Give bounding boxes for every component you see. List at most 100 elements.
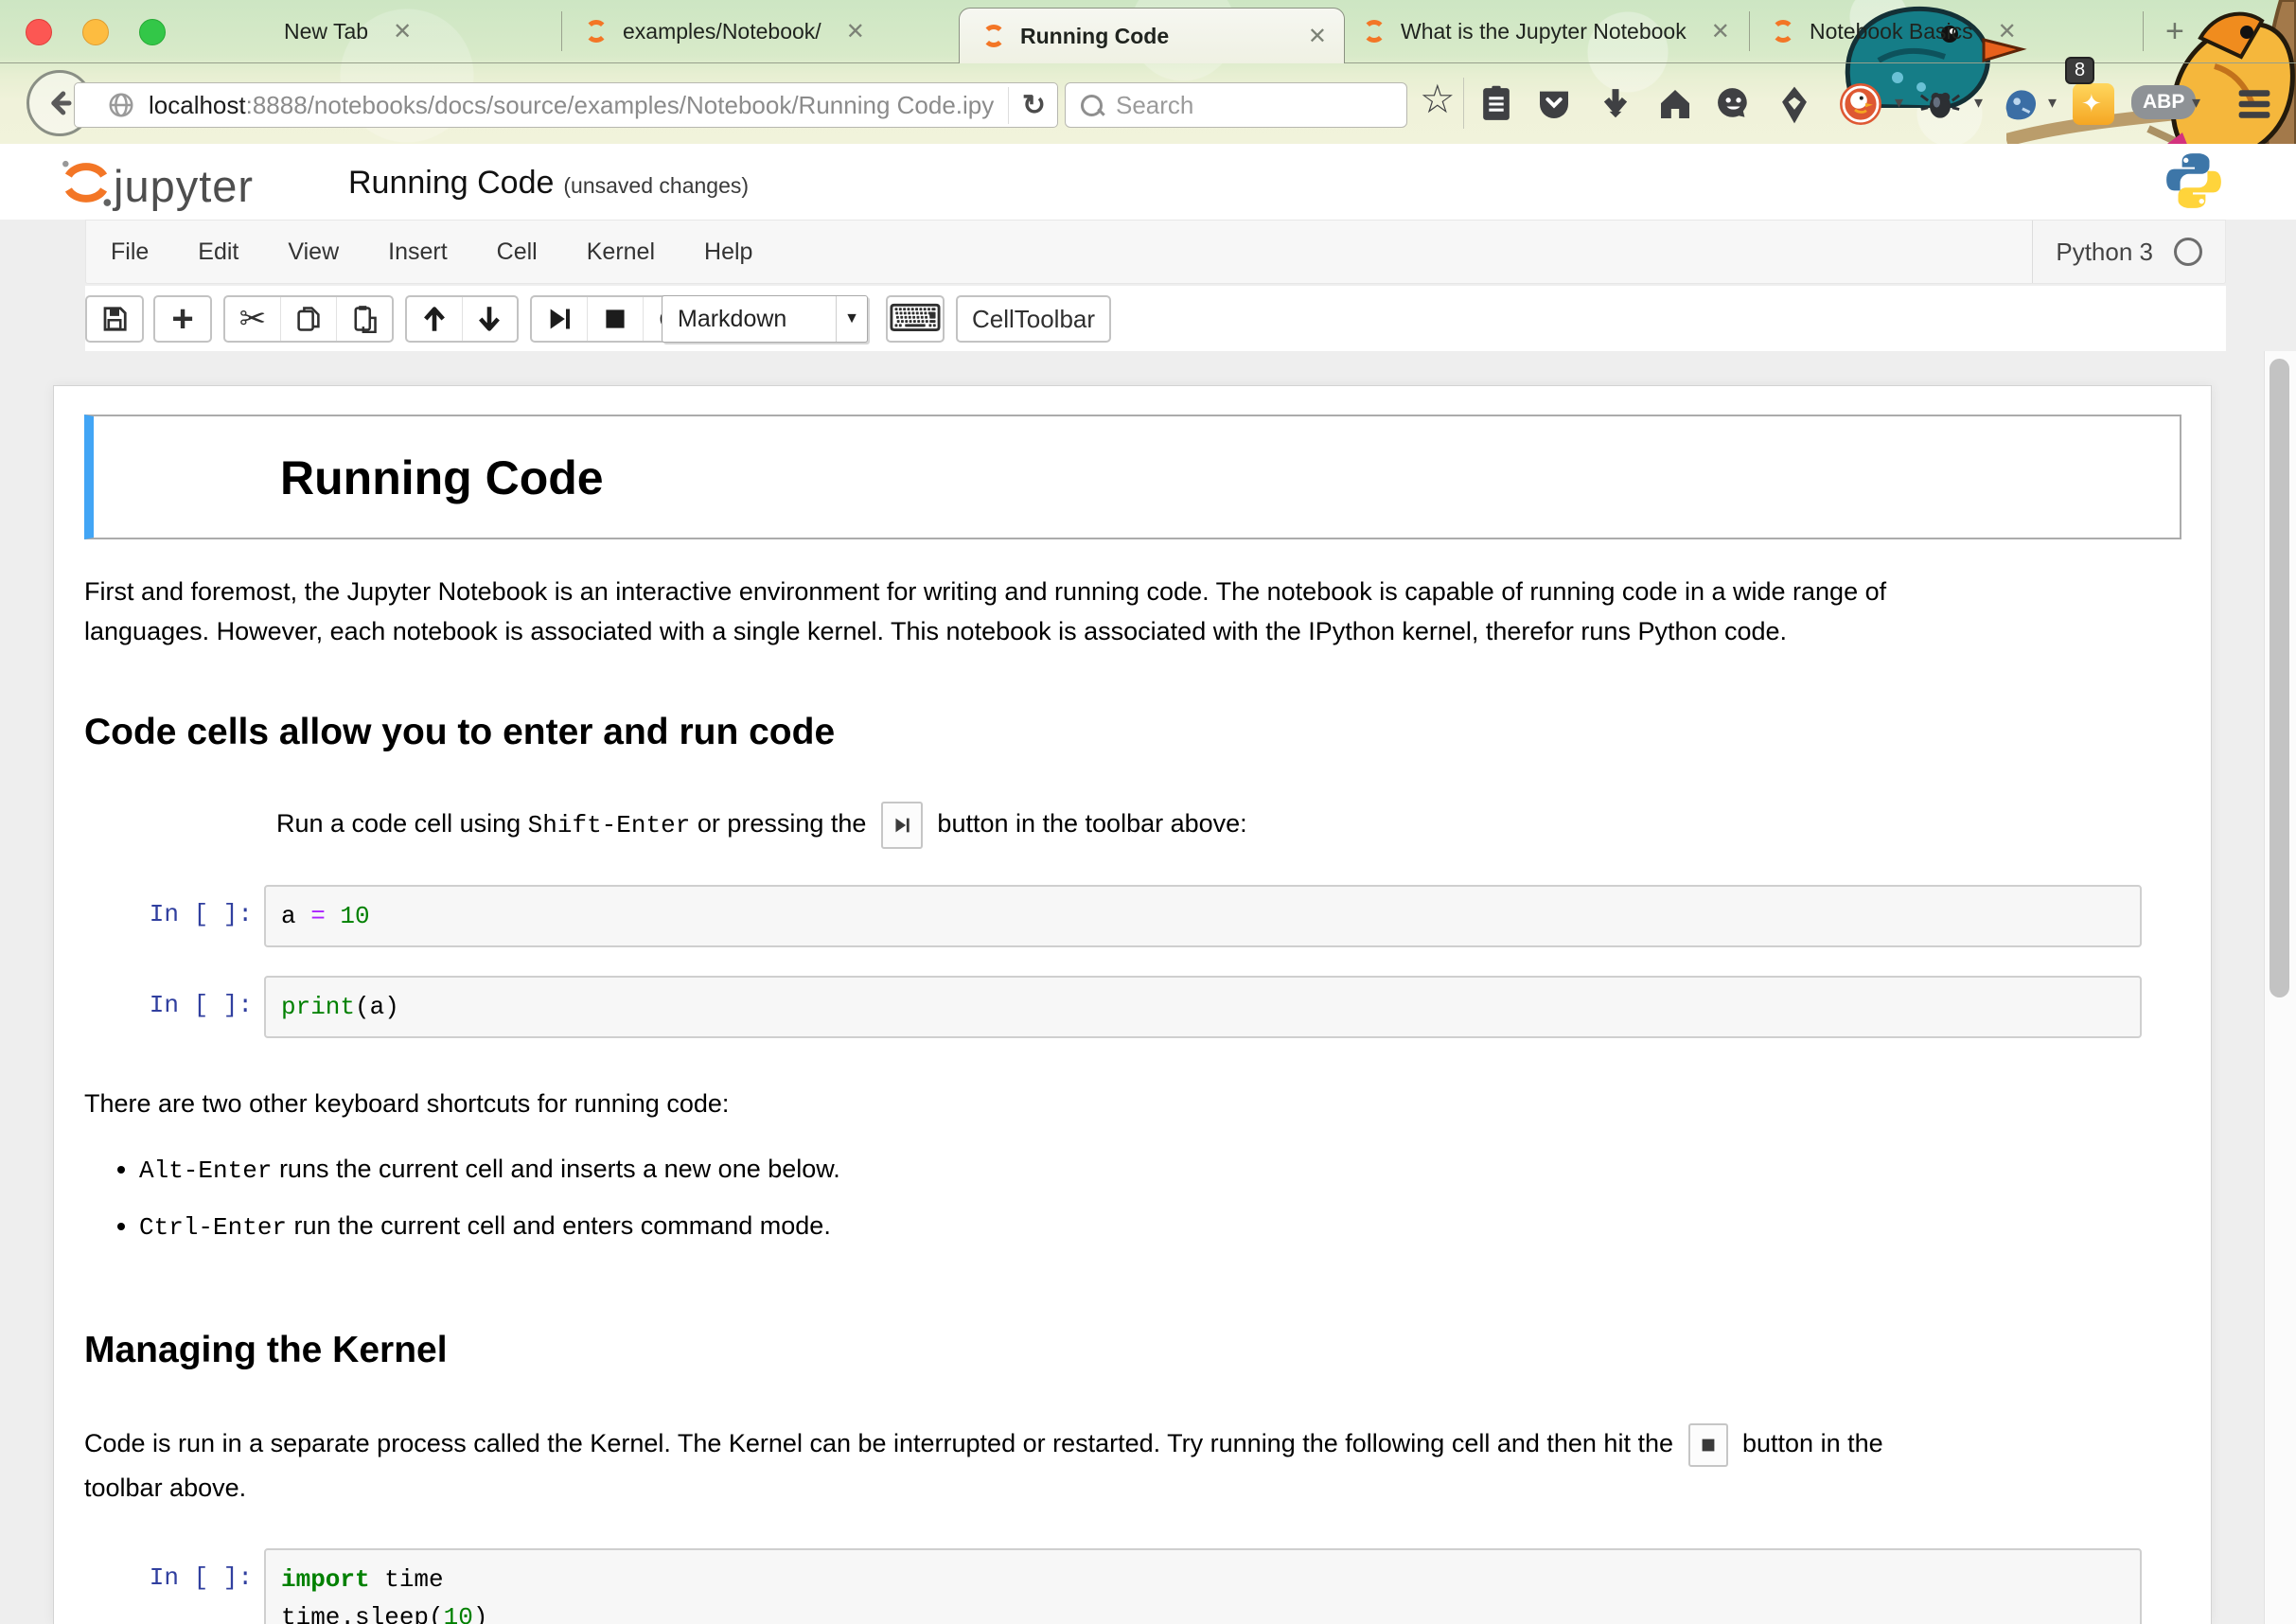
window-minimize-button[interactable]	[82, 19, 109, 45]
page-title: Running Code	[280, 450, 2161, 505]
ctrl-enter-kbd: Ctrl-Enter	[139, 1213, 287, 1242]
browser-chrome: New Tab ✕ examples/Notebook/ ✕ Running C…	[0, 0, 2296, 144]
extension-badge: 8	[2065, 57, 2094, 84]
alt-enter-kbd: Alt-Enter	[139, 1156, 272, 1185]
inline-stop-button-icon	[1688, 1423, 1728, 1467]
blue-extension-icon[interactable]	[1999, 83, 2042, 127]
arrow-down-icon	[477, 305, 502, 333]
scrollbar-thumb[interactable]	[2270, 359, 2289, 997]
run-cell-button[interactable]	[532, 297, 588, 341]
move-cell-down-button[interactable]	[463, 297, 518, 341]
run-instruction-line: Run a code cell using Shift-Enter or pre…	[276, 801, 2146, 849]
code-line: time.sleep(10)	[281, 1598, 2125, 1624]
url-bar[interactable]: localhost:8888/notebooks/docs/source/exa…	[74, 82, 1058, 128]
insert-cell-button[interactable]: +	[153, 295, 212, 343]
menu-hamburger-icon[interactable]	[2235, 87, 2273, 121]
code-input-area[interactable]: import time time.sleep(10)	[264, 1548, 2142, 1624]
list-item: Ctrl-Enter run the current cell and ente…	[139, 1205, 2008, 1248]
send-to-device-icon[interactable]	[1777, 85, 1811, 125]
scissors-icon: ✂	[239, 300, 267, 338]
tab-close-icon[interactable]: ✕	[1998, 18, 2017, 45]
menu-view[interactable]: View	[263, 238, 363, 266]
paste-icon	[352, 305, 377, 333]
duckduckgo-icon[interactable]	[1838, 81, 1883, 127]
interrupt-kernel-button[interactable]	[588, 297, 644, 341]
tab-title: Running Code	[1020, 24, 1169, 49]
search-box[interactable]	[1065, 82, 1407, 128]
selected-markdown-cell[interactable]: Running Code	[84, 415, 2181, 539]
tab-running-code-active[interactable]: Running Code ✕	[959, 8, 1345, 63]
intro-paragraph: First and foremost, the Jupyter Notebook…	[84, 572, 1953, 651]
tab-what-is-jupyter[interactable]: What is the Jupyter Notebook ✕	[1363, 0, 1730, 62]
code-cell[interactable]: In [ ]: import time time.sleep(10)	[84, 1548, 2142, 1624]
select-caret-icon: ▼	[836, 296, 867, 342]
menu-edit[interactable]: Edit	[173, 238, 263, 266]
shortcut-text: run the current cell and enters command …	[287, 1211, 831, 1240]
inline-run-button-icon	[881, 802, 923, 849]
input-prompt: In [ ]:	[84, 885, 264, 947]
command-palette-button[interactable]: ⌨	[886, 295, 945, 343]
jupyter-header: jupyter Running Code (unsaved changes)	[0, 144, 2296, 220]
pocket-icon[interactable]	[1535, 85, 1573, 123]
extension-caret-icon[interactable]: ▾	[1895, 93, 1903, 113]
copy-cell-button[interactable]	[281, 297, 337, 341]
notebook-page: Running Code First and foremost, the Jup…	[53, 385, 2212, 1624]
menu-kernel[interactable]: Kernel	[562, 238, 680, 266]
tab-examples-notebook[interactable]: examples/Notebook/ ✕	[585, 0, 865, 62]
tab-close-icon[interactable]: ✕	[1308, 23, 1327, 50]
cell-type-select[interactable]: Markdown ▼	[662, 295, 868, 343]
extension-caret-icon[interactable]: ▾	[2048, 93, 2057, 113]
window-close-button[interactable]	[26, 19, 52, 45]
bookmark-star-icon[interactable]: ☆	[1420, 76, 1456, 122]
paste-cell-button[interactable]	[337, 297, 392, 341]
kernel-name: Python 3	[2056, 238, 2153, 267]
code-input-area[interactable]: a = 10	[264, 885, 2142, 947]
adblock-plus-icon[interactable]: ABP	[2131, 85, 2196, 119]
back-arrow-icon	[45, 89, 74, 117]
code-input-area[interactable]: print(a)	[264, 976, 2142, 1038]
tab-close-icon[interactable]: ✕	[1711, 18, 1730, 45]
jupyter-favicon	[982, 25, 1005, 47]
plus-icon: +	[171, 298, 193, 341]
code-cell[interactable]: In [ ]: print(a)	[84, 976, 2142, 1038]
input-prompt: In [ ]:	[84, 976, 264, 1038]
fly-extension-icon[interactable]	[1919, 83, 1961, 125]
jupyter-wordmark: jupyter	[114, 160, 254, 212]
tab-close-icon[interactable]: ✕	[393, 18, 412, 45]
jupyter-favicon	[1363, 20, 1386, 43]
cut-cell-button[interactable]: ✂	[225, 297, 281, 341]
celltoolbar-label: CellToolbar	[972, 305, 1095, 334]
menu-insert[interactable]: Insert	[363, 238, 472, 266]
reload-button[interactable]: ↻	[1008, 87, 1057, 124]
reading-list-icon[interactable]	[1478, 85, 1514, 123]
run-instruction-text: button in the toolbar above:	[930, 809, 1247, 838]
save-button[interactable]	[85, 295, 144, 343]
menu-file[interactable]: File	[86, 238, 173, 266]
abp-caret-icon[interactable]: ▾	[2192, 93, 2200, 113]
tab-notebook-basics[interactable]: Notebook Basics ✕	[1772, 0, 2017, 62]
run-instruction-text: Run a code cell using	[276, 809, 528, 838]
sparkle-extension-icon[interactable]	[2073, 83, 2114, 125]
search-input[interactable]	[1114, 90, 1373, 121]
notebook-title[interactable]: Running Code	[348, 165, 554, 202]
jupyter-logo[interactable]: jupyter	[59, 153, 254, 212]
feedback-smiley-icon[interactable]	[1715, 85, 1753, 123]
extension-caret-icon[interactable]: ▾	[1974, 93, 1983, 113]
download-icon[interactable]	[1598, 85, 1634, 123]
new-tab-button[interactable]: +	[2165, 13, 2184, 50]
tab-new-tab[interactable]: New Tab ✕	[284, 0, 412, 62]
tab-close-icon[interactable]: ✕	[846, 18, 865, 45]
code-cell[interactable]: In [ ]: a = 10	[84, 885, 2142, 947]
input-prompt: In [ ]:	[84, 1548, 264, 1624]
window-zoom-button[interactable]	[139, 19, 166, 45]
menu-cell[interactable]: Cell	[472, 238, 562, 266]
notebook-toolbar: + ✂ Markdown ▼ ⌨ CellToolbar	[85, 286, 2226, 351]
tab-separator	[561, 11, 562, 51]
page-scrollbar[interactable]	[2264, 351, 2296, 1624]
celltoolbar-button[interactable]: CellToolbar	[956, 295, 1111, 343]
menu-help[interactable]: Help	[680, 238, 777, 266]
home-icon[interactable]	[1656, 85, 1694, 123]
move-cell-up-button[interactable]	[407, 297, 463, 341]
copy-icon	[295, 305, 322, 333]
kernel-paragraph: Code is run in a separate process called…	[84, 1422, 1953, 1509]
